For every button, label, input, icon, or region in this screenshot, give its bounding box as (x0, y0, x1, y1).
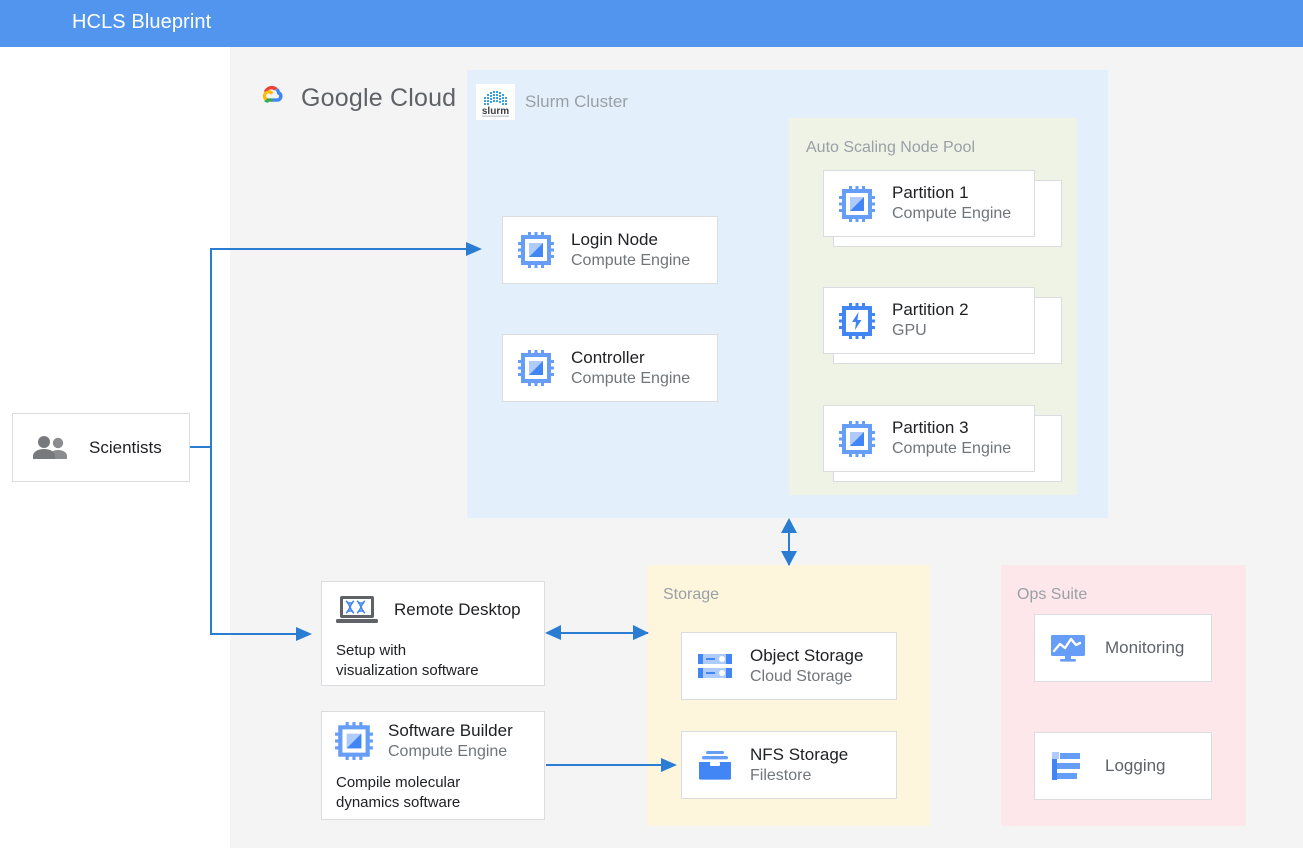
page-title: HCLS Blueprint (72, 11, 212, 33)
cloud-storage-icon (696, 650, 734, 682)
svg-text:slurm: slurm (482, 106, 509, 117)
login-node-subtitle: Compute Engine (571, 251, 691, 269)
partition-2-subtitle: GPU (892, 322, 927, 340)
scientists-label: Scientists (89, 437, 162, 457)
connector-segment (190, 446, 212, 448)
software-builder-title: Software Builder (388, 721, 513, 740)
login-node-card[interactable]: Login Node Compute Engine (502, 216, 718, 284)
arrow-head-up (781, 518, 797, 533)
connector-segment (210, 248, 475, 250)
arrow-head-down (781, 551, 797, 566)
scientists-card[interactable]: Scientists (12, 413, 190, 482)
arrow-head-login-node (466, 242, 482, 256)
partition-1-stack[interactable]: Partition 1 Compute Engine (823, 170, 1062, 247)
monitoring-title: Monitoring (1105, 638, 1185, 657)
laptop-dna-icon (334, 592, 380, 628)
partition-2-stack[interactable]: Partition 2 GPU (823, 287, 1062, 364)
note-line-1: Setup with (336, 642, 407, 659)
slurm-cluster-label: Slurm Cluster (525, 92, 628, 111)
connector-segment (210, 249, 212, 448)
compute-engine-icon (517, 231, 555, 269)
remote-desktop-card[interactable]: Remote Desktop Setup with visualization … (321, 581, 545, 686)
nfs-storage-card[interactable]: NFS Storage Filestore (681, 731, 897, 799)
google-cloud-label: Google Cloud (301, 83, 457, 112)
note-line-1: Compile molecular (336, 774, 461, 792)
connector-segment (546, 764, 666, 766)
google-cloud-branding: Google Cloud (252, 80, 456, 116)
remote-desktop-note: Setup with visualization software (322, 634, 544, 689)
controller-subtitle: Compute Engine (571, 369, 691, 387)
partition-3-card[interactable]: Partition 3 Compute Engine (823, 405, 1035, 472)
node-pool-label: Auto Scaling Node Pool (806, 139, 975, 156)
remote-desktop-title: Remote Desktop (394, 600, 521, 619)
monitoring-card[interactable]: Monitoring (1034, 614, 1212, 682)
partition-3-title: Partition 3 (892, 418, 969, 438)
arrow-head-right (633, 625, 649, 640)
partition-3-stack[interactable]: Partition 3 Compute Engine (823, 405, 1062, 482)
diagram-canvas: HCLS Blueprint Google Cloud slurm Slurm … (0, 0, 1303, 848)
object-storage-subtitle: Cloud Storage (750, 667, 853, 685)
partition-2-title: Partition 2 (892, 300, 969, 320)
software-builder-card[interactable]: Software Builder Compute Engine Compile … (321, 711, 545, 820)
controller-title: Controller (571, 347, 645, 367)
software-builder-note: Compile molecular dynamics software (322, 766, 544, 821)
arrow-head-remote-desktop (296, 627, 312, 641)
gpu-icon (838, 302, 876, 340)
partition-2-card[interactable]: Partition 2 GPU (823, 287, 1035, 354)
object-storage-title: Object Storage (750, 645, 864, 665)
object-storage-card[interactable]: Object Storage Cloud Storage (681, 632, 897, 700)
slurm-logo-icon: slurm (476, 84, 515, 120)
compute-engine-icon (838, 185, 876, 223)
google-cloud-logo-icon (252, 80, 290, 116)
nfs-storage-subtitle: Filestore (750, 766, 812, 784)
connector-segment (210, 633, 305, 635)
controller-card[interactable]: Controller Compute Engine (502, 334, 718, 402)
connector-segment (210, 446, 212, 635)
note-line-2: dynamics software (336, 794, 461, 812)
arrow-head-nfs-storage (661, 758, 677, 772)
logging-card[interactable]: Logging (1034, 732, 1212, 800)
arrow-head-left (545, 625, 561, 640)
partition-1-title: Partition 1 (892, 183, 969, 203)
compute-engine-icon (838, 420, 876, 458)
login-node-title: Login Node (571, 229, 658, 249)
compute-engine-icon (517, 349, 555, 387)
partition-1-subtitle: Compute Engine (892, 205, 1012, 223)
partition-3-subtitle: Compute Engine (892, 440, 1012, 458)
logging-icon (1049, 750, 1087, 782)
monitoring-icon (1049, 632, 1087, 664)
ops-suite-label: Ops Suite (1017, 586, 1088, 603)
people-icon (31, 434, 71, 462)
partition-1-card[interactable]: Partition 1 Compute Engine (823, 170, 1035, 237)
logging-title: Logging (1105, 756, 1166, 775)
filestore-icon (696, 748, 734, 782)
nfs-storage-title: NFS Storage (750, 744, 849, 764)
storage-label: Storage (663, 586, 720, 603)
note-line-2: visualization software (336, 661, 479, 679)
slurm-cluster-header: slurm Slurm Cluster (476, 84, 628, 120)
compute-engine-icon (334, 721, 374, 761)
software-builder-subtitle: Compute Engine (388, 742, 508, 760)
